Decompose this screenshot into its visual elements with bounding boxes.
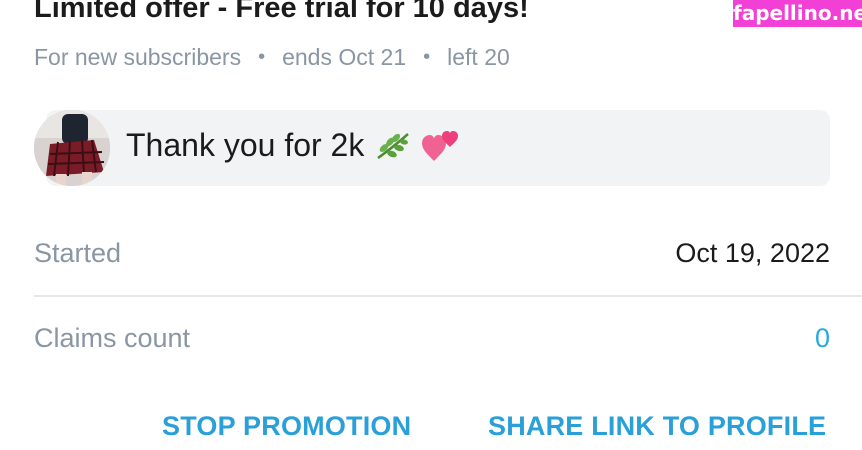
- offer-meta: For new subscribers • ends Oct 21 • left…: [34, 44, 510, 71]
- watermark: fapellino.net: [733, 0, 862, 27]
- offer-audience: For new subscribers: [34, 44, 242, 70]
- share-link-button[interactable]: SHARE LINK TO PROFILE: [488, 411, 826, 442]
- claims-row: Claims count 0: [34, 319, 830, 357]
- offer-title: Limited offer - Free trial for 10 days!: [34, 0, 529, 24]
- offer-ends: ends Oct 21: [282, 44, 407, 70]
- separator-dot: •: [423, 46, 431, 68]
- separator-dot: •: [258, 46, 266, 68]
- started-value: Oct 19, 2022: [675, 237, 830, 268]
- started-label: Started: [34, 237, 122, 268]
- divider: [34, 295, 862, 297]
- claims-label: Claims count: [34, 322, 191, 353]
- message-text: Thank you for 2k: [126, 127, 365, 163]
- offer-left: left 20: [447, 44, 510, 70]
- started-row: Started Oct 19, 2022: [34, 234, 830, 272]
- claims-value[interactable]: 0: [815, 323, 830, 354]
- avatar-image: [34, 110, 110, 186]
- avatar[interactable]: [34, 110, 110, 186]
- two-hearts-icon: [422, 129, 460, 163]
- message: Thank you for 2k: [126, 127, 460, 164]
- stop-promotion-button[interactable]: STOP PROMOTION: [162, 411, 411, 442]
- herb-icon: [374, 130, 412, 162]
